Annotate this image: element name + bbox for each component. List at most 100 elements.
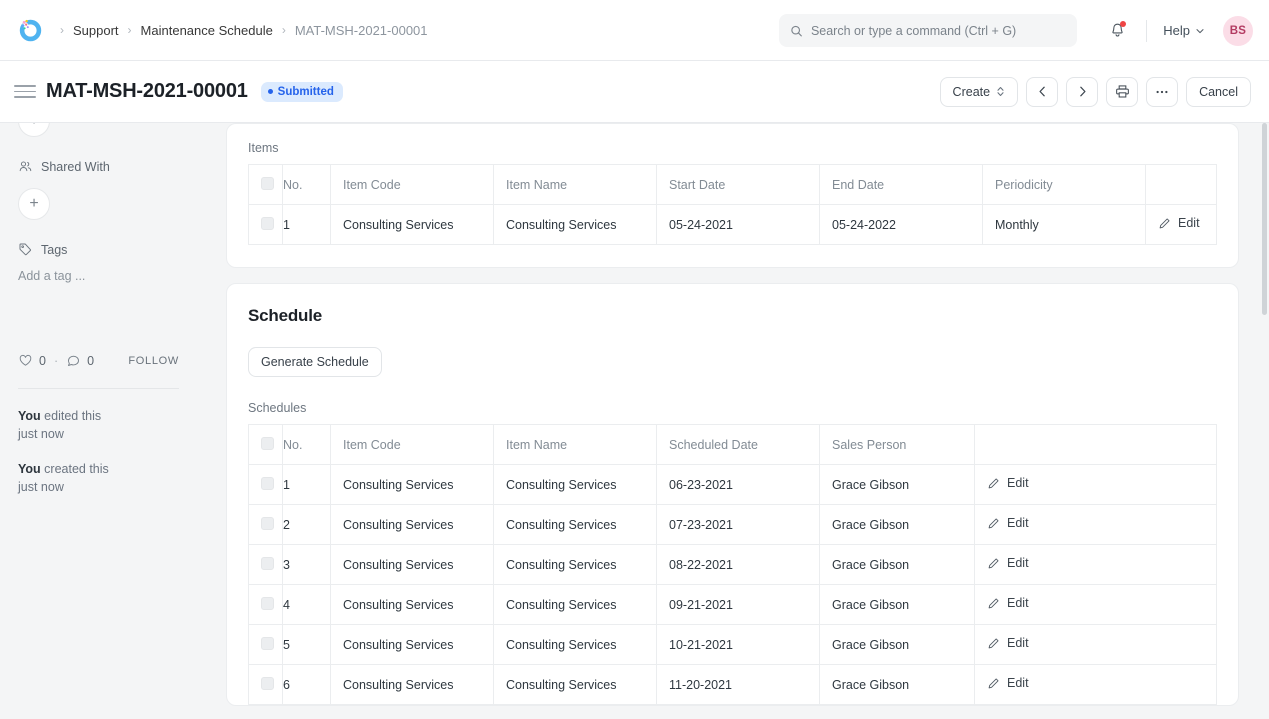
row-checkbox-cell[interactable] xyxy=(249,505,283,545)
schedules-grid-label: Schedules xyxy=(248,401,1217,415)
previous-document-button[interactable] xyxy=(1026,77,1058,107)
activity-action: created this xyxy=(41,462,109,476)
hamburger-icon-line xyxy=(14,85,36,87)
schedule-card: Schedule Generate Schedule Schedules No.… xyxy=(226,283,1239,706)
edit-row-button[interactable]: Edit xyxy=(1158,216,1200,230)
more-options-button[interactable] xyxy=(1146,77,1178,107)
tags-label: Tags xyxy=(41,243,67,257)
row-edit-cell[interactable]: Edit xyxy=(975,585,1217,625)
table-row[interactable]: 4 Consulting Services Consulting Service… xyxy=(249,585,1217,625)
row-checkbox-cell[interactable] xyxy=(249,625,283,665)
row-edit-cell[interactable]: Edit xyxy=(975,545,1217,585)
cell-no: 6 xyxy=(283,665,331,705)
row-edit-cell[interactable]: Edit xyxy=(975,665,1217,705)
page-scrollbar-thumb[interactable] xyxy=(1262,123,1267,315)
comment-count: 0 xyxy=(87,354,94,368)
checkbox-icon[interactable] xyxy=(261,477,274,490)
cell-no: 1 xyxy=(283,205,331,245)
search-box[interactable] xyxy=(779,14,1077,47)
checkbox-icon[interactable] xyxy=(261,637,274,650)
cell-no: 2 xyxy=(283,505,331,545)
row-checkbox-cell[interactable] xyxy=(249,545,283,585)
add-share-button[interactable]: + xyxy=(18,188,50,220)
activity-actor: You xyxy=(18,462,41,476)
edit-row-button[interactable]: Edit xyxy=(987,676,1029,690)
tags-section-label: Tags xyxy=(18,242,179,257)
checkbox-icon[interactable] xyxy=(261,597,274,610)
table-row[interactable]: 5 Consulting Services Consulting Service… xyxy=(249,625,1217,665)
select-all-header[interactable] xyxy=(249,425,283,465)
cell-sales-person: Grace Gibson xyxy=(820,505,975,545)
app-logo[interactable] xyxy=(14,14,46,46)
status-badge-label: Submitted xyxy=(278,86,334,98)
add-assignment-button[interactable]: + xyxy=(18,123,50,137)
checkbox-icon[interactable] xyxy=(261,437,274,450)
row-checkbox-cell[interactable] xyxy=(249,465,283,505)
activity-action: edited this xyxy=(41,409,101,423)
next-document-button[interactable] xyxy=(1066,77,1098,107)
row-checkbox-cell[interactable] xyxy=(249,585,283,625)
notifications-button[interactable] xyxy=(1100,14,1134,48)
follow-button[interactable]: FOLLOW xyxy=(128,355,179,367)
row-edit-cell[interactable]: Edit xyxy=(975,625,1217,665)
checkbox-icon[interactable] xyxy=(261,557,274,570)
create-button[interactable]: Create xyxy=(940,77,1019,107)
checkbox-icon[interactable] xyxy=(261,677,274,690)
column-header-no: No. xyxy=(283,165,331,205)
page-title: MAT-MSH-2021-00001 xyxy=(46,80,248,103)
breadcrumb-separator: › xyxy=(128,24,132,36)
add-tag-input[interactable]: Add a tag ... xyxy=(18,269,179,283)
like-button[interactable] xyxy=(18,353,33,368)
table-row[interactable]: 1 Consulting Services Consulting Service… xyxy=(249,465,1217,505)
table-row[interactable]: 1 Consulting Services Consulting Service… xyxy=(249,205,1217,245)
cell-sales-person: Grace Gibson xyxy=(820,585,975,625)
print-button[interactable] xyxy=(1106,77,1138,107)
edit-row-button[interactable]: Edit xyxy=(987,636,1029,650)
row-checkbox-cell[interactable] xyxy=(249,205,283,245)
column-header-item-code: Item Code xyxy=(331,425,494,465)
create-button-label: Create xyxy=(953,85,991,99)
select-all-header[interactable] xyxy=(249,165,283,205)
cell-item-code: Consulting Services xyxy=(331,585,494,625)
edit-row-label: Edit xyxy=(1007,476,1029,490)
activity-item: You edited this just now xyxy=(18,407,179,443)
breadcrumb-item-maintenance-schedule[interactable]: Maintenance Schedule xyxy=(141,23,273,38)
cancel-button[interactable]: Cancel xyxy=(1186,77,1251,107)
status-dot-icon xyxy=(268,89,273,94)
row-edit-cell[interactable]: Edit xyxy=(1146,205,1217,245)
table-row[interactable]: 3 Consulting Services Consulting Service… xyxy=(249,545,1217,585)
edit-row-button[interactable]: Edit xyxy=(987,596,1029,610)
edit-row-label: Edit xyxy=(1178,216,1200,230)
cell-no: 5 xyxy=(283,625,331,665)
help-menu-button[interactable]: Help xyxy=(1159,18,1209,43)
ellipsis-icon xyxy=(1155,89,1169,95)
breadcrumb-item-support[interactable]: Support xyxy=(73,23,119,38)
row-edit-cell[interactable]: Edit xyxy=(975,465,1217,505)
user-avatar[interactable]: BS xyxy=(1223,16,1253,46)
comment-button[interactable] xyxy=(66,353,81,368)
pencil-icon xyxy=(987,517,1000,530)
breadcrumb: › Support › Maintenance Schedule › MAT-M… xyxy=(60,23,428,38)
sidebar-toggle-button[interactable] xyxy=(14,85,36,98)
table-row[interactable]: 6 Consulting Services Consulting Service… xyxy=(249,665,1217,705)
edit-row-button[interactable]: Edit xyxy=(987,516,1029,530)
checkbox-icon[interactable] xyxy=(261,217,274,230)
breadcrumb-separator: › xyxy=(282,24,286,36)
cell-item-name: Consulting Services xyxy=(494,505,657,545)
row-checkbox-cell[interactable] xyxy=(249,665,283,705)
checkbox-icon[interactable] xyxy=(261,177,274,190)
row-edit-cell[interactable]: Edit xyxy=(975,505,1217,545)
edit-row-label: Edit xyxy=(1007,556,1029,570)
cell-item-name: Consulting Services xyxy=(494,625,657,665)
activity-item: You created this just now xyxy=(18,460,179,496)
generate-schedule-button[interactable]: Generate Schedule xyxy=(248,347,382,377)
schedules-table: No. Item Code Item Name Scheduled Date S… xyxy=(248,424,1217,705)
table-row[interactable]: 2 Consulting Services Consulting Service… xyxy=(249,505,1217,545)
page-scrollbar[interactable] xyxy=(1262,123,1267,719)
checkbox-icon[interactable] xyxy=(261,517,274,530)
search-icon xyxy=(790,24,803,38)
cell-sales-person: Grace Gibson xyxy=(820,465,975,505)
edit-row-button[interactable]: Edit xyxy=(987,476,1029,490)
edit-row-button[interactable]: Edit xyxy=(987,556,1029,570)
search-input[interactable] xyxy=(811,24,1066,38)
